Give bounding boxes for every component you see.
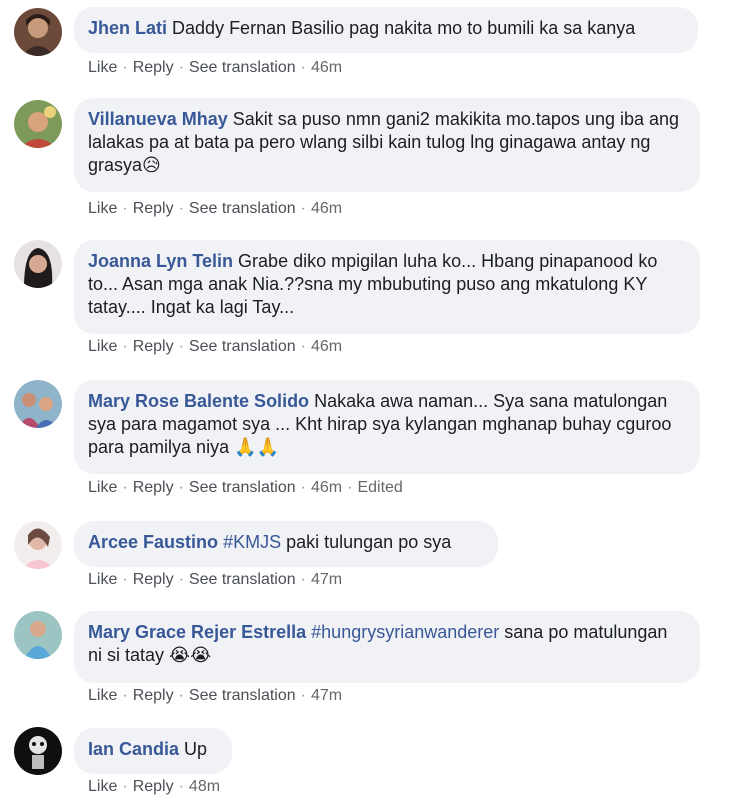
separator: · xyxy=(300,571,306,588)
reply-link[interactable]: Reply xyxy=(133,200,174,217)
comment-actions: Like · Reply · 48m xyxy=(88,778,220,796)
comment-actions: Like · Reply · See translation · 46m · Edited xyxy=(88,479,403,497)
comment-timestamp[interactable]: 46m xyxy=(311,479,342,496)
separator: · xyxy=(300,687,306,704)
avatar[interactable] xyxy=(14,727,62,775)
separator: · xyxy=(122,778,128,795)
avatar[interactable] xyxy=(14,100,62,148)
comment-actions: Like · Reply · See translation · 46m xyxy=(88,59,342,77)
comment-author[interactable]: Villanueva Mhay xyxy=(88,109,228,129)
comment-bubble: Jhen Lati Daddy Fernan Basilio pag nakit… xyxy=(74,7,698,53)
reply-link[interactable]: Reply xyxy=(133,687,174,704)
comment-author[interactable]: Mary Grace Rejer Estrella xyxy=(88,622,306,642)
comment-bubble: Ian Candia Up xyxy=(74,728,232,774)
reply-link[interactable]: Reply xyxy=(133,479,174,496)
hashtag-link[interactable]: #hungrysyrianwanderer xyxy=(311,622,499,642)
separator: · xyxy=(178,778,184,795)
separator: · xyxy=(300,479,306,496)
comment-actions: Like · Reply · See translation · 46m xyxy=(88,200,342,218)
separator: · xyxy=(300,200,306,217)
comment-timestamp[interactable]: 47m xyxy=(311,571,342,588)
separator: · xyxy=(122,687,128,704)
separator: · xyxy=(122,479,128,496)
comment-bubble: Villanueva Mhay Sakit sa puso nmn gani2 … xyxy=(74,98,700,192)
avatar[interactable] xyxy=(14,611,62,659)
comment-text: Daddy Fernan Basilio pag nakita mo to bu… xyxy=(172,18,636,38)
separator: · xyxy=(178,200,184,217)
like-link[interactable]: Like xyxy=(88,338,117,355)
comment-author[interactable]: Jhen Lati xyxy=(88,18,167,38)
like-link[interactable]: Like xyxy=(88,200,117,217)
comment-timestamp[interactable]: 46m xyxy=(311,59,342,76)
hashtag-link[interactable]: #KMJS xyxy=(223,532,281,552)
reply-link[interactable]: Reply xyxy=(133,571,174,588)
separator: · xyxy=(122,571,128,588)
comment-author[interactable]: Joanna Lyn Telin xyxy=(88,251,233,271)
separator: · xyxy=(122,200,128,217)
avatar[interactable] xyxy=(14,8,62,56)
like-link[interactable]: Like xyxy=(88,479,117,496)
comment-bubble: Mary Rose Balente Solido Nakaka awa nama… xyxy=(74,380,700,474)
separator: · xyxy=(178,338,184,355)
comment-actions: Like · Reply · See translation · 47m xyxy=(88,687,342,705)
separator: · xyxy=(300,338,306,355)
comment-actions: Like · Reply · See translation · 46m xyxy=(88,338,342,356)
separator: · xyxy=(178,687,184,704)
reply-link[interactable]: Reply xyxy=(133,778,174,795)
comment-text: paki tulungan po sya xyxy=(286,532,452,552)
separator: · xyxy=(122,59,128,76)
see-translation-link[interactable]: See translation xyxy=(189,200,296,217)
comment-author[interactable]: Mary Rose Balente Solido xyxy=(88,391,309,411)
comment-timestamp[interactable]: 48m xyxy=(189,778,220,795)
like-link[interactable]: Like xyxy=(88,59,117,76)
separator: · xyxy=(178,571,184,588)
comment-author[interactable]: Ian Candia xyxy=(88,739,179,759)
see-translation-link[interactable]: See translation xyxy=(189,59,296,76)
edited-label[interactable]: Edited xyxy=(357,479,402,496)
comment-timestamp[interactable]: 47m xyxy=(311,687,342,704)
comment-timestamp[interactable]: 46m xyxy=(311,200,342,217)
comment-text: Up xyxy=(184,739,208,759)
comment-author[interactable]: Arcee Faustino xyxy=(88,532,218,552)
see-translation-link[interactable]: See translation xyxy=(189,479,296,496)
comment-bubble: Mary Grace Rejer Estrella #hungrysyrianw… xyxy=(74,611,700,683)
comment-bubble: Joanna Lyn Telin Grabe diko mpigilan luh… xyxy=(74,240,700,334)
avatar[interactable] xyxy=(14,380,62,428)
comment-actions: Like · Reply · See translation · 47m xyxy=(88,571,342,589)
separator: · xyxy=(122,338,128,355)
reply-link[interactable]: Reply xyxy=(133,59,174,76)
separator: · xyxy=(300,59,306,76)
comment-timestamp[interactable]: 46m xyxy=(311,338,342,355)
reply-link[interactable]: Reply xyxy=(133,338,174,355)
comment-bubble: Arcee Faustino #KMJS paki tulungan po sy… xyxy=(74,521,498,567)
like-link[interactable]: Like xyxy=(88,687,117,704)
separator: · xyxy=(178,479,184,496)
see-translation-link[interactable]: See translation xyxy=(189,687,296,704)
separator: · xyxy=(347,479,353,496)
like-link[interactable]: Like xyxy=(88,778,117,795)
separator: · xyxy=(178,59,184,76)
like-link[interactable]: Like xyxy=(88,571,117,588)
see-translation-link[interactable]: See translation xyxy=(189,571,296,588)
avatar[interactable] xyxy=(14,240,62,288)
avatar[interactable] xyxy=(14,521,62,569)
see-translation-link[interactable]: See translation xyxy=(189,338,296,355)
